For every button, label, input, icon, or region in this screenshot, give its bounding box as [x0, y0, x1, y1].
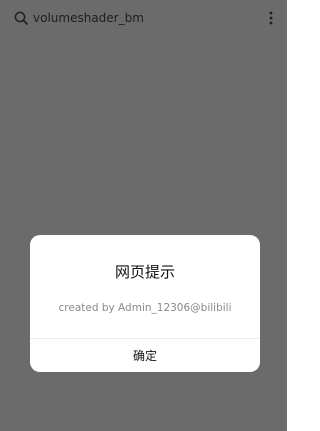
confirm-button[interactable]: 确定 — [30, 339, 260, 372]
search-icon[interactable] — [13, 10, 29, 26]
search-query-text[interactable]: volumeshader_bm — [33, 11, 265, 25]
browser-screen: volumeshader_bm 网页提示 created by Admin_12… — [0, 0, 287, 431]
dialog-message: created by Admin_12306@bilibili — [58, 302, 232, 314]
browser-top-bar: volumeshader_bm — [0, 0, 287, 36]
dialog-title: 网页提示 — [114, 263, 175, 281]
alert-dialog: 网页提示 created by Admin_12306@bilibili 确定 — [30, 235, 260, 372]
more-vertical-icon[interactable] — [265, 9, 277, 27]
